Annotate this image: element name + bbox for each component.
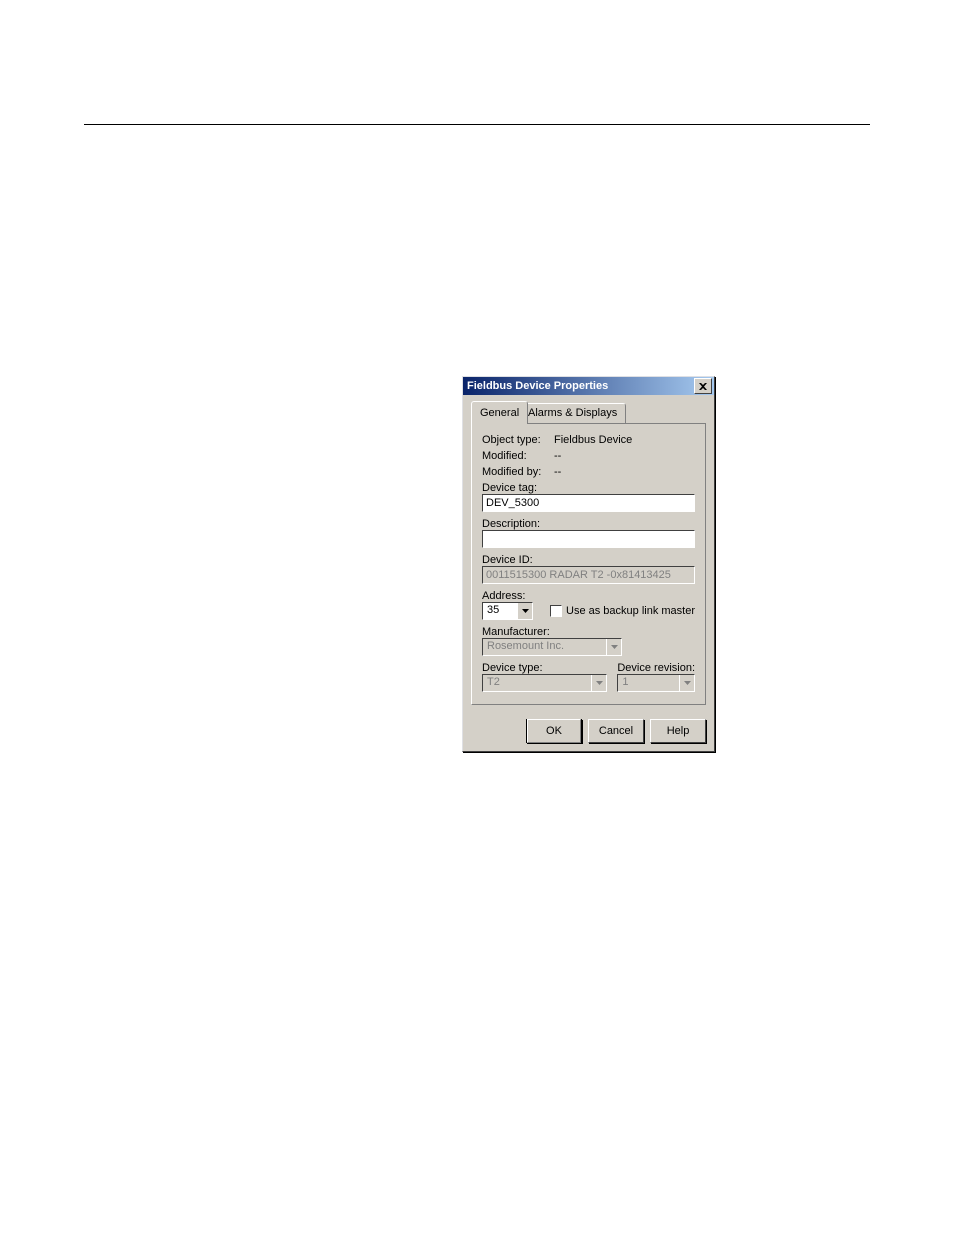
modified-value: --	[554, 450, 561, 462]
chevron-down-icon	[522, 609, 529, 613]
device-type-label: Device type:	[482, 662, 607, 674]
address-dropdown-button[interactable]	[517, 603, 532, 619]
cancel-button-label: Cancel	[599, 725, 633, 737]
chevron-down-icon	[611, 645, 618, 649]
device-revision-value: 1	[618, 675, 679, 691]
help-button[interactable]: Help	[650, 719, 706, 743]
cancel-button[interactable]: Cancel	[588, 719, 644, 743]
horizontal-rule	[84, 124, 870, 125]
device-type-value: T2	[483, 675, 591, 691]
modified-by-value: --	[554, 466, 561, 478]
ok-button-label: OK	[546, 725, 562, 737]
description-label: Description:	[482, 518, 695, 530]
device-id-label: Device ID:	[482, 554, 695, 566]
object-type-value: Fieldbus Device	[554, 434, 632, 446]
device-revision-dropdown: 1	[617, 674, 695, 692]
chevron-down-icon	[684, 681, 691, 685]
manufacturer-label: Manufacturer:	[482, 626, 695, 638]
device-type-dropdown: T2	[482, 674, 607, 692]
manufacturer-dropdown: Rosemount Inc.	[482, 638, 622, 656]
address-dropdown[interactable]: 35	[482, 602, 533, 620]
device-type-dropdown-button	[591, 675, 606, 691]
tab-general[interactable]: General	[471, 401, 528, 424]
dialog-window: Fieldbus Device Properties General Alarm…	[462, 376, 715, 752]
tab-strip: General Alarms & Displays	[471, 403, 706, 424]
title-bar: Fieldbus Device Properties	[463, 377, 714, 395]
device-id-input	[482, 566, 695, 584]
tab-alarms-label: Alarms & Displays	[528, 407, 617, 419]
close-icon	[699, 383, 707, 390]
device-revision-dropdown-button	[679, 675, 694, 691]
object-type-label: Object type:	[482, 434, 546, 446]
backup-link-master-checkbox[interactable]	[550, 605, 562, 617]
modified-by-label: Modified by:	[482, 466, 546, 478]
close-button[interactable]	[694, 378, 712, 394]
chevron-down-icon	[596, 681, 603, 685]
manufacturer-value: Rosemount Inc.	[483, 639, 606, 655]
address-label: Address:	[482, 590, 533, 602]
button-row: OK Cancel Help	[463, 713, 714, 751]
description-input[interactable]	[482, 530, 695, 548]
device-revision-label: Device revision:	[617, 662, 695, 674]
modified-label: Modified:	[482, 450, 546, 462]
address-value: 35	[483, 603, 517, 619]
ok-button[interactable]: OK	[526, 719, 582, 743]
window-title: Fieldbus Device Properties	[467, 380, 694, 392]
device-tag-input[interactable]	[482, 494, 695, 512]
tab-general-label: General	[480, 407, 519, 419]
manufacturer-dropdown-button	[606, 639, 621, 655]
device-tag-label: Device tag:	[482, 482, 695, 494]
tab-body: Object type: Fieldbus Device Modified: -…	[471, 424, 706, 705]
backup-link-master-label: Use as backup link master	[566, 605, 695, 617]
tab-alarms-displays[interactable]: Alarms & Displays	[519, 403, 626, 423]
help-button-label: Help	[667, 725, 690, 737]
